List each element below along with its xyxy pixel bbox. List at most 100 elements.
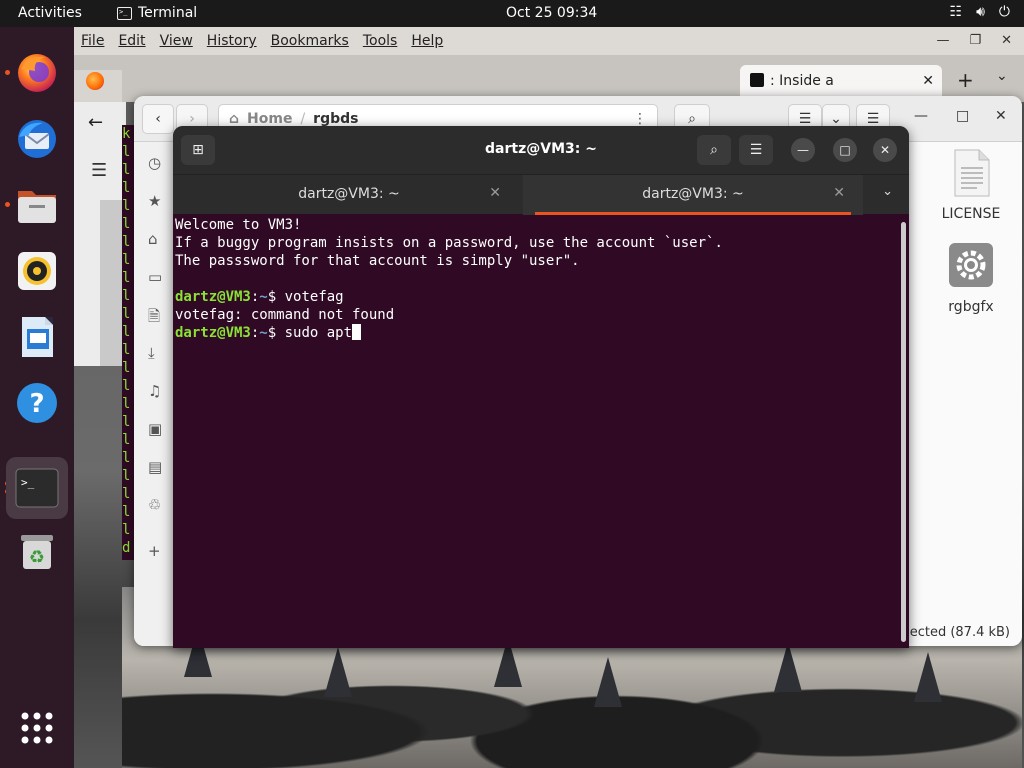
terminal-tab[interactable]: dartz@VM3: ~ ✕ <box>179 175 519 215</box>
show-apps-button[interactable] <box>13 704 61 752</box>
dock: ? >_ ♻ <box>0 27 74 768</box>
back-button[interactable]: ‹ <box>142 104 174 134</box>
tabs-menu-chevron-icon[interactable]: ⌄ <box>882 184 893 199</box>
trash-icon[interactable]: ♲ <box>148 496 161 514</box>
music-icon[interactable]: ♫ <box>148 382 161 400</box>
dock-firefox[interactable] <box>13 49 61 97</box>
desktop-icon[interactable]: ▭ <box>148 268 162 286</box>
path-home[interactable]: Home <box>247 111 292 127</box>
restore-icon[interactable]: ❐ <box>969 33 981 48</box>
network-icon: ☷ <box>949 4 963 20</box>
menu-button[interactable]: ☰ <box>739 135 773 165</box>
tab-close-icon[interactable]: ✕ <box>833 185 845 201</box>
firefox-icon <box>18 54 56 92</box>
terminal-output[interactable]: Welcome to VM3! If a buggy program insis… <box>175 216 897 648</box>
home-icon[interactable]: ⌂ <box>148 230 158 248</box>
downloads-icon[interactable]: ⤓ <box>148 344 155 362</box>
starred-icon[interactable]: ★ <box>148 192 161 210</box>
menu-help[interactable]: Help <box>411 33 443 49</box>
hamburger-menu-icon[interactable]: ☰ <box>91 160 107 181</box>
file-item-rgbgfx[interactable]: rgbgfx <box>931 241 1011 315</box>
dock-rhythmbox[interactable] <box>13 247 61 295</box>
svg-text:♻: ♻ <box>29 547 45 568</box>
menu-edit[interactable]: Edit <box>118 33 145 49</box>
documents-icon[interactable]: 🗎︎ <box>148 306 160 331</box>
terminal-icon: >_ <box>117 6 132 20</box>
terminal-line: votefag: command not found <box>175 307 395 323</box>
close-icon[interactable]: ✕ <box>1001 33 1012 48</box>
tab-close-icon[interactable]: ✕ <box>489 185 501 201</box>
file-name: LICENSE <box>941 206 1001 222</box>
prompt-path: ~ <box>259 325 268 341</box>
dock-help[interactable]: ? <box>13 379 61 427</box>
activities-button[interactable]: Activities <box>18 5 82 21</box>
file-item-license[interactable]: LICENSE <box>931 148 1011 222</box>
firefox-menubar: File Edit View History Bookmarks Tools H… <box>74 27 1024 55</box>
terminal-headerbar: ⊞ dartz@VM3: ~ ⌕ ☰ — □ ✕ <box>173 126 909 174</box>
app-menu[interactable]: >_ Terminal <box>117 5 197 21</box>
menu-view[interactable]: View <box>160 33 193 49</box>
path-menu-icon[interactable]: ⋮ <box>633 111 647 127</box>
running-indicator <box>5 70 10 75</box>
wallpaper-spire <box>774 642 802 692</box>
close-icon[interactable]: ✕ <box>995 108 1007 124</box>
menu-history[interactable]: History <box>207 33 257 49</box>
firefox-favicon-icon <box>86 72 104 90</box>
videos-icon[interactable]: ▤ <box>148 458 162 476</box>
dock-files[interactable] <box>13 181 61 229</box>
power-icon: ⏻ <box>998 4 1010 20</box>
chevron-right-icon: › <box>189 111 195 127</box>
close-icon: ✕ <box>879 143 891 157</box>
svg-text:>_: >_ <box>21 476 35 489</box>
wallpaper-spire <box>324 647 352 697</box>
dock-libreoffice-writer[interactable] <box>13 313 61 361</box>
selection-status: ected (87.4 kB) <box>907 623 1012 642</box>
active-tab-indicator <box>535 212 851 215</box>
firefox-pinned-tab[interactable] <box>74 70 122 102</box>
search-button[interactable]: ⌕ <box>697 135 731 165</box>
list-tabs-button[interactable]: ⌄ <box>996 68 1008 84</box>
terminal-window: ⊞ dartz@VM3: ~ ⌕ ☰ — □ ✕ dartz@VM3: ~ ✕ … <box>173 126 909 648</box>
recent-icon[interactable]: ◷ <box>148 154 161 172</box>
dock-trash[interactable]: ♻ <box>13 527 61 575</box>
menu-tools[interactable]: Tools <box>363 33 398 49</box>
terminal-tab-active[interactable]: dartz@VM3: ~ ✕ <box>523 175 863 215</box>
maximize-icon[interactable]: □ <box>956 108 969 124</box>
tab-title: : Inside a <box>770 73 834 89</box>
path-current[interactable]: rgbds <box>313 111 358 127</box>
pictures-icon[interactable]: ▣ <box>148 420 162 438</box>
close-button[interactable]: ✕ <box>873 138 897 162</box>
hamburger-menu-icon: ☰ <box>749 142 763 158</box>
tab-close-icon[interactable]: ✕ <box>922 73 934 89</box>
terminal-line: If a buggy program insists on a password… <box>175 235 723 251</box>
firefox-active-tab[interactable]: : Inside a ✕ <box>740 65 942 100</box>
running-indicator <box>5 202 10 207</box>
menu-file[interactable]: File <box>81 33 104 49</box>
maximize-button[interactable]: □ <box>833 138 857 162</box>
terminal-line: The passsword for that account is simply… <box>175 253 580 269</box>
dock-terminal[interactable]: >_ <box>6 457 68 519</box>
scrollbar[interactable] <box>901 222 906 642</box>
clock[interactable]: Oct 25 09:34 <box>506 5 597 21</box>
prompt-user: dartz@VM3 <box>175 289 251 305</box>
wallpaper-spire <box>914 652 942 702</box>
command-input[interactable]: sudo apt <box>276 325 352 341</box>
back-arrow-icon[interactable]: ← <box>88 112 103 133</box>
minimize-button[interactable]: — <box>791 138 815 162</box>
rhythmbox-icon <box>18 252 56 290</box>
terminal-tabbar: dartz@VM3: ~ ✕ dartz@VM3: ~ ✕ <box>173 174 909 215</box>
menu-bookmarks[interactable]: Bookmarks <box>271 33 349 49</box>
writer-icon <box>22 317 53 357</box>
app-name: Terminal <box>138 5 198 21</box>
home-icon: ⌂ <box>229 111 240 127</box>
executable-gear-icon <box>949 243 993 287</box>
minimize-icon[interactable]: — <box>936 33 949 48</box>
minimize-icon[interactable]: — <box>914 108 928 124</box>
hamburger-menu-icon: ☰ <box>866 111 880 127</box>
system-tray[interactable]: ☷ 🔊︎ ⏻ <box>950 4 1010 20</box>
tab-label: dartz@VM3: ~ <box>298 186 400 202</box>
dock-thunderbird[interactable] <box>13 115 61 163</box>
list-view-icon: ☰ <box>798 111 812 127</box>
add-location-icon[interactable]: + <box>148 542 161 560</box>
new-tab-button[interactable]: + <box>957 68 974 92</box>
